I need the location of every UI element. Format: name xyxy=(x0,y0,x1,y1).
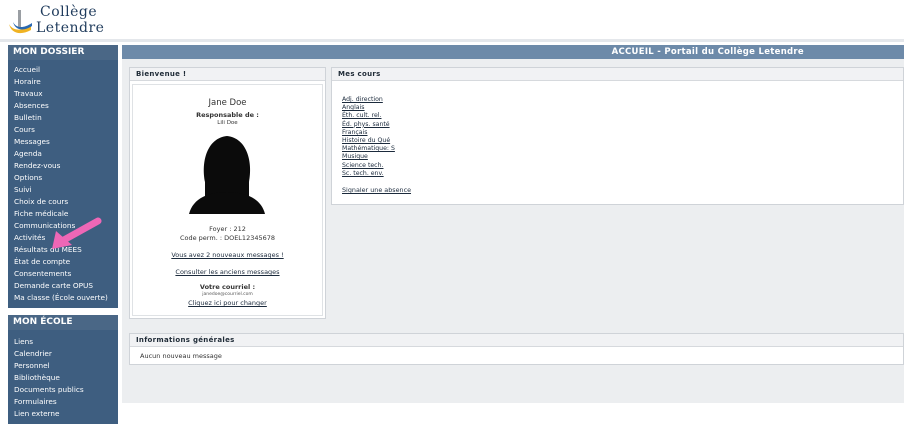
course-link[interactable]: Musique xyxy=(342,153,411,161)
sidebar-ecole-menu: Liens Calendrier Personnel Bibliothèque … xyxy=(8,330,118,424)
sidebar-item-lien-externe[interactable]: Lien externe xyxy=(8,408,118,420)
sidebar-dossier-menu: Accueil Horaire Travaux Absences Bulleti… xyxy=(8,60,118,308)
page-title: ACCUEIL - Portail du Collège Letendre xyxy=(122,45,904,59)
welcome-panel-title: Bienvenue ! xyxy=(130,68,325,81)
logo-icon xyxy=(9,10,32,34)
change-email-link[interactable]: Cliquez ici pour changer xyxy=(133,299,322,307)
course-link[interactable]: Français xyxy=(342,129,411,137)
sidebar-item-personnel[interactable]: Personnel xyxy=(8,360,118,372)
courses-list: Adj. direction Anglais Éth. cult. rel. É… xyxy=(342,96,411,194)
page: Collège Letendre MON DOSSIER Accueil Hor… xyxy=(0,0,904,431)
general-info-panel: Informations générales Aucun nouveau mes… xyxy=(129,333,904,365)
sidebar-item-carte-opus[interactable]: Demande carte OPUS xyxy=(8,280,118,292)
courses-panel-title: Mes cours xyxy=(332,68,903,81)
sidebar-item-bibliotheque[interactable]: Bibliothèque xyxy=(8,372,118,384)
profile-card: Jane Doe Responsable de : Lili Doe Foyer… xyxy=(132,84,323,316)
logo-text-line2: Letendre xyxy=(36,20,105,36)
report-absence-link[interactable]: Signaler une absence xyxy=(342,186,411,194)
courses-panel: Mes cours Adj. direction Anglais Éth. cu… xyxy=(331,67,904,205)
sidebar-item-ma-classe[interactable]: Ma classe (École ouverte) xyxy=(8,292,118,304)
logo-text-line1: Collège xyxy=(40,4,98,20)
sidebar-item-liens[interactable]: Liens xyxy=(8,336,118,348)
sidebar-item-rendez-vous[interactable]: Rendez-vous xyxy=(8,160,118,172)
general-info-title: Informations générales xyxy=(130,334,903,347)
new-messages-link[interactable]: Vous avez 2 nouveaux messages ! xyxy=(133,251,322,259)
sidebar-section-title-dossier: MON DOSSIER xyxy=(8,45,118,60)
sidebar-item-absences[interactable]: Absences xyxy=(8,100,118,112)
sidebar-item-etat-de-compte[interactable]: État de compte xyxy=(8,256,118,268)
sidebar-item-formulaires[interactable]: Formulaires xyxy=(8,396,118,408)
foyer-info: Foyer : 212 xyxy=(209,225,246,233)
course-link[interactable]: Adj. direction xyxy=(342,96,411,104)
email-value: janedoe@courriel.com xyxy=(202,292,253,297)
parent-name: Jane Doe xyxy=(208,98,247,108)
course-link[interactable]: Histoire du Qué xyxy=(342,137,411,145)
sidebar-gap xyxy=(8,308,118,315)
main-content: ACCUEIL - Portail du Collège Letendre Bi… xyxy=(122,45,904,403)
sidebar-item-agenda[interactable]: Agenda xyxy=(8,148,118,160)
sidebar-item-documents-publics[interactable]: Documents publics xyxy=(8,384,118,396)
sidebar-item-bulletin[interactable]: Bulletin xyxy=(8,112,118,124)
responsible-label: Responsable de : xyxy=(196,111,259,119)
sidebar-item-calendrier[interactable]: Calendrier xyxy=(8,348,118,360)
child-name: Lili Doe xyxy=(217,120,238,126)
sidebar-item-options[interactable]: Options xyxy=(8,172,118,184)
sidebar-item-suivi[interactable]: Suivi xyxy=(8,184,118,196)
course-link[interactable]: Éd. phys. santé xyxy=(342,121,411,129)
course-link[interactable]: Mathématique: S xyxy=(342,145,411,153)
sidebar-item-messages[interactable]: Messages xyxy=(8,136,118,148)
sidebar-item-accueil[interactable]: Accueil xyxy=(8,64,118,76)
sidebar-item-consentements[interactable]: Consentements xyxy=(8,268,118,280)
course-link[interactable]: Science tech. xyxy=(342,162,411,170)
course-link[interactable]: Sc. tech. env. xyxy=(342,170,411,178)
course-link[interactable]: Éth. cult. rel. xyxy=(342,112,411,120)
sidebar-item-travaux[interactable]: Travaux xyxy=(8,88,118,100)
general-info-message: Aucun nouveau message xyxy=(140,352,222,360)
sidebar-section-title-ecole: MON ÉCOLE xyxy=(8,315,118,330)
old-messages-link[interactable]: Consulter les anciens messages xyxy=(133,268,322,276)
school-logo[interactable]: Collège Letendre xyxy=(4,2,122,38)
header-divider xyxy=(0,39,904,42)
email-label: Votre courriel : xyxy=(199,283,256,291)
welcome-panel: Bienvenue ! Jane Doe Responsable de : Li… xyxy=(129,67,326,319)
permanent-code: Code perm. : DOEL12345678 xyxy=(179,234,276,242)
sidebar-item-cours[interactable]: Cours xyxy=(8,124,118,136)
sidebar-item-horaire[interactable]: Horaire xyxy=(8,76,118,88)
profile-photo xyxy=(189,136,265,214)
sidebar-item-choix-de-cours[interactable]: Choix de cours xyxy=(8,196,118,208)
pointer-arrow-icon xyxy=(52,217,102,249)
